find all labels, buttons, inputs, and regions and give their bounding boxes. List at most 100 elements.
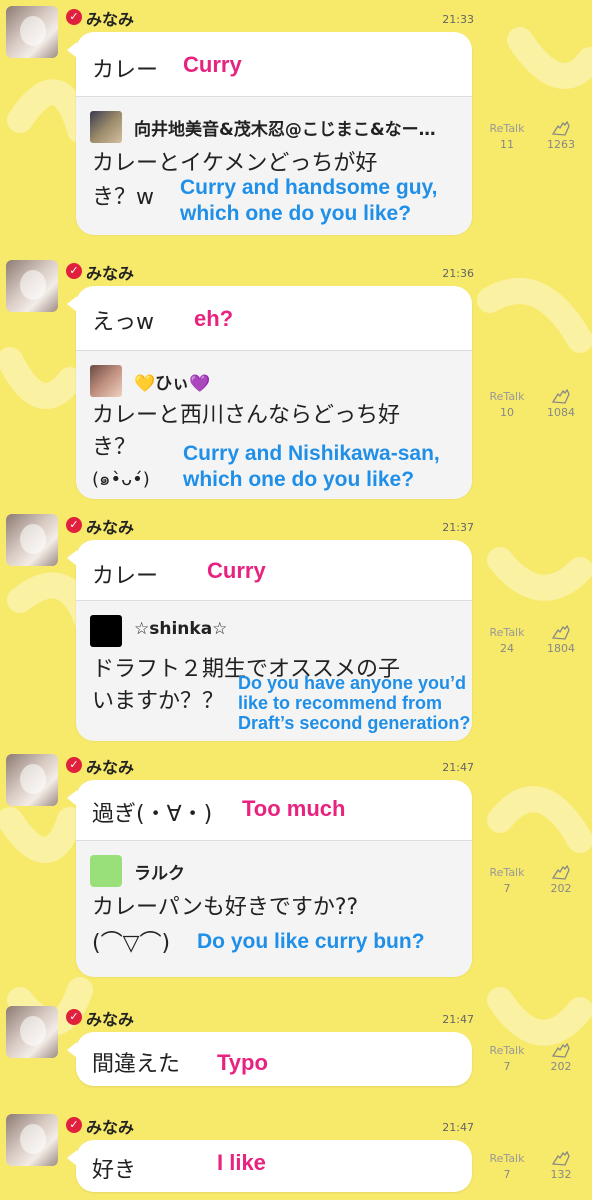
clap-icon <box>551 1042 570 1058</box>
reply-avatar <box>90 365 122 397</box>
clap-icon <box>551 624 570 640</box>
avatar[interactable] <box>6 6 58 58</box>
retalk-button[interactable]: ReTalk 11 <box>482 120 532 151</box>
retalk-count: 24 <box>500 642 514 655</box>
applause-count: 1263 <box>547 138 575 151</box>
reply-text: いますか？？ <box>92 689 225 714</box>
talk-post: ✓ みなみ 21:47 好き I like ReTalk 7 132 <box>0 1108 592 1200</box>
username[interactable]: みなみ <box>86 260 134 284</box>
translation-annotation: Do you like curry bun? <box>197 930 425 953</box>
verified-icon: ✓ <box>66 517 82 533</box>
reply-quote[interactable]: ラルク カレーパンも好きですか?? (⌒▽⌒) Do you like curr… <box>76 840 472 977</box>
reply-username: 💛ひぃ💜 <box>134 374 211 394</box>
applause-count: 1804 <box>547 642 575 655</box>
talk-post: ✓ みなみ 21:47 間違えた Typo ReTalk 7 202 <box>0 1000 592 1100</box>
translation-annotation: Draft’s second generation? <box>238 713 471 733</box>
applause-count: 132 <box>550 1168 572 1181</box>
talk-post: ✓ みなみ 21:47 過ぎ(・∀・) Too much ラルク カレーパンも好… <box>0 748 592 988</box>
reply-text: き？ <box>92 435 137 460</box>
retalk-count: 11 <box>500 138 514 151</box>
retalk-count: 7 <box>503 1168 511 1181</box>
retalk-button[interactable]: ReTalk 10 <box>482 388 532 419</box>
retalk-label: ReTalk <box>489 1152 525 1165</box>
reply-avatar <box>90 111 122 143</box>
username[interactable]: みなみ <box>86 1006 134 1030</box>
translation-annotation: I like <box>217 1150 266 1175</box>
translation-annotation: Typo <box>217 1050 268 1075</box>
applause-count: 202 <box>550 882 572 895</box>
applause-button[interactable]: 132 <box>536 1150 586 1181</box>
translation-annotation: Curry and Nishikawa-san, <box>183 442 440 465</box>
retalk-button[interactable]: ReTalk 7 <box>482 864 532 895</box>
message-text: カレー <box>92 564 159 589</box>
translation-annotation: Curry <box>183 52 242 77</box>
message-text: 間違えた <box>92 1052 181 1077</box>
avatar[interactable] <box>6 754 58 806</box>
retalk-button[interactable]: ReTalk 7 <box>482 1042 532 1073</box>
translation-annotation: like to recommend from <box>238 693 443 713</box>
retalk-button[interactable]: ReTalk 7 <box>482 1150 532 1181</box>
applause-button[interactable]: 1263 <box>536 120 586 151</box>
avatar[interactable] <box>6 260 58 312</box>
message-text: えっw <box>92 310 154 335</box>
message-text: カレー <box>92 58 159 83</box>
timestamp: 21:33 <box>442 13 474 26</box>
applause-button[interactable]: 1804 <box>536 624 586 655</box>
timestamp: 21:36 <box>442 267 474 280</box>
reply-avatar <box>90 615 122 647</box>
translation-annotation: eh? <box>194 306 234 331</box>
avatar[interactable] <box>6 514 58 566</box>
username[interactable]: みなみ <box>86 754 134 778</box>
message-bubble[interactable]: カレー Curry ☆shinka☆ ドラフト２期生でオススメの子 いますか？？… <box>67 540 472 741</box>
message-bubble[interactable]: えっw eh? 💛ひぃ💜 カレーと西川さんならどっち好 き？ (๑•̀ᴗ•́) … <box>67 286 472 499</box>
reply-quote[interactable]: ☆shinka☆ ドラフト２期生でオススメの子 いますか？？ Do you ha… <box>76 600 472 741</box>
translation-annotation: Curry and handsome guy, <box>180 176 438 199</box>
retalk-count: 10 <box>500 406 514 419</box>
avatar[interactable] <box>6 1006 58 1058</box>
message-text: 過ぎ(・∀・) <box>92 802 213 827</box>
reply-quote[interactable]: 💛ひぃ💜 カレーと西川さんならどっち好 き？ (๑•̀ᴗ•́) Curry an… <box>76 350 472 499</box>
clap-icon <box>551 120 570 136</box>
reply-quote[interactable]: 向井地美音&茂木忍@こじまこ&なー… カレーとイケメンどっちが好 き？w Cur… <box>76 96 472 235</box>
translation-annotation: Curry <box>207 558 266 583</box>
retalk-count: 7 <box>503 882 511 895</box>
applause-button[interactable]: 202 <box>536 1042 586 1073</box>
message-bubble[interactable]: 間違えた Typo <box>67 1032 472 1086</box>
retalk-button[interactable]: ReTalk 24 <box>482 624 532 655</box>
reply-text: (⌒▽⌒) <box>92 931 171 956</box>
talk-post: ✓ みなみ 21:33 カレー Curry 向井地美音&茂木忍@こじまこ&なー…… <box>0 0 592 250</box>
retalk-count: 7 <box>503 1060 511 1073</box>
message-bubble[interactable]: 好き I like <box>67 1140 472 1192</box>
timestamp: 21:47 <box>442 761 474 774</box>
reply-text: (๑•̀ᴗ•́) <box>92 469 150 490</box>
reply-username: 向井地美音&茂木忍@こじまこ&なー… <box>134 120 436 140</box>
reply-username: ラルク <box>134 864 185 884</box>
message-bubble[interactable]: 過ぎ(・∀・) Too much ラルク カレーパンも好きですか?? (⌒▽⌒)… <box>67 780 472 977</box>
reply-text: き？w <box>92 185 154 210</box>
talk-post: ✓ みなみ 21:37 カレー Curry ☆shinka☆ ドラフト２期生でオ… <box>0 508 592 748</box>
applause-button[interactable]: 1084 <box>536 388 586 419</box>
verified-icon: ✓ <box>66 263 82 279</box>
retalk-label: ReTalk <box>489 390 525 403</box>
avatar[interactable] <box>6 1114 58 1166</box>
clap-icon <box>551 1150 570 1166</box>
verified-icon: ✓ <box>66 9 82 25</box>
username[interactable]: みなみ <box>86 1114 134 1138</box>
clap-icon <box>551 864 570 880</box>
message-bubble[interactable]: カレー Curry 向井地美音&茂木忍@こじまこ&なー… カレーとイケメンどっち… <box>67 32 472 235</box>
applause-button[interactable]: 202 <box>536 864 586 895</box>
username[interactable]: みなみ <box>86 514 134 538</box>
timestamp: 21:47 <box>442 1013 474 1026</box>
translation-annotation: Too much <box>242 796 346 821</box>
reply-avatar <box>90 855 122 887</box>
translation-annotation: which one do you like? <box>180 202 412 225</box>
verified-icon: ✓ <box>66 757 82 773</box>
retalk-label: ReTalk <box>489 1044 525 1057</box>
reply-username: ☆shinka☆ <box>134 619 228 639</box>
applause-count: 202 <box>550 1060 572 1073</box>
translation-annotation: which one do you like? <box>183 468 415 491</box>
username[interactable]: みなみ <box>86 6 134 30</box>
message-text: 好き <box>92 1158 137 1183</box>
retalk-label: ReTalk <box>489 122 525 135</box>
retalk-label: ReTalk <box>489 866 525 879</box>
